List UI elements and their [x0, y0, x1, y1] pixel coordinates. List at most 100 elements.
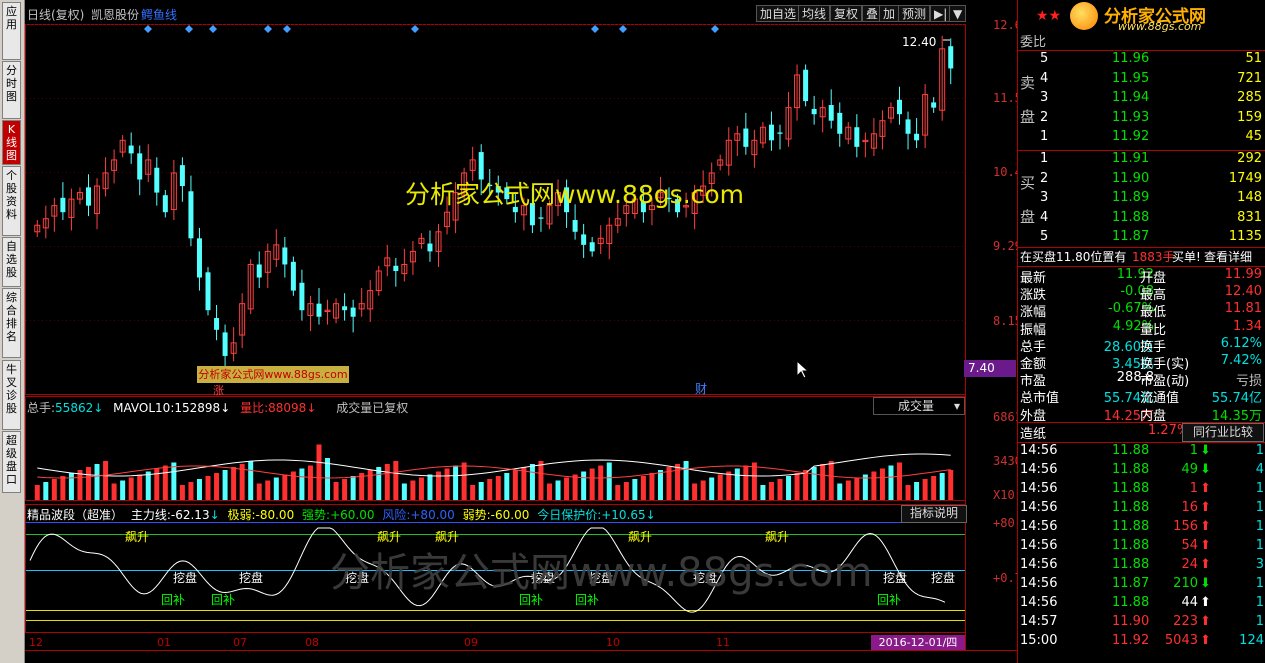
volume-bar	[837, 483, 843, 500]
tick-row[interactable]: 14:56 11.88 49 ⬇ 4	[1018, 462, 1265, 481]
tick-count: 124	[1239, 633, 1264, 648]
signal-label: 飙升	[125, 529, 149, 544]
volume-bar	[709, 477, 715, 500]
sector-name: 造纸	[1020, 427, 1047, 442]
tick-row[interactable]: 14:56 11.87 210 ⬇ 1	[1018, 576, 1265, 595]
signal-label: 挖盘	[173, 570, 197, 585]
candle-body	[196, 238, 202, 278]
tick-time: 14:56	[1020, 519, 1058, 534]
tick-row[interactable]: 14:56 11.88 54 ⬆ 1	[1018, 538, 1265, 557]
current-price-box: 7.40	[964, 360, 1016, 377]
sector-row: 造纸 1.27% 同行业比较	[1018, 423, 1265, 442]
sell-order-row[interactable]: 2 11.93 159	[1018, 110, 1265, 129]
volume-bar	[726, 471, 732, 500]
volume-bar	[914, 482, 920, 500]
buy-order-row[interactable]: 5 11.87 1135	[1018, 229, 1265, 248]
left-tab-1[interactable]: 分时图	[2, 61, 21, 119]
signal-diamond-icon	[144, 25, 152, 33]
volume-bar	[495, 476, 501, 500]
buy-order-row[interactable]: 4 11.88 831	[1018, 210, 1265, 229]
volume-bar	[922, 479, 928, 500]
volume-bar	[179, 485, 185, 500]
buy-order-row[interactable]: 3 11.89 148	[1018, 190, 1265, 209]
tick-time: 14:56	[1020, 481, 1058, 496]
up-arrow-icon: ⬆	[1200, 500, 1211, 515]
signal-label: 挖盘	[239, 570, 263, 585]
volume-bar	[546, 483, 552, 500]
volume-bar	[512, 470, 518, 500]
candle-body	[316, 303, 322, 317]
tick-price: 11.88	[1112, 462, 1150, 477]
sell-order-row[interactable]: 5 11.96 51	[1018, 51, 1265, 70]
tick-time: 14:56	[1020, 443, 1058, 458]
tick-time: 14:56	[1020, 557, 1058, 572]
tick-count: 1	[1255, 481, 1264, 496]
indicator-help-button[interactable]: 指标说明	[901, 505, 967, 523]
volume-bar	[43, 482, 49, 500]
left-tab-6[interactable]: 牛叉诊股	[2, 360, 21, 430]
left-tab-4[interactable]: 自选股	[2, 237, 21, 287]
volume-bar	[777, 479, 783, 500]
weak-label: 弱势:	[462, 508, 491, 522]
volume-dropdown[interactable]: 成交量 ▾	[873, 397, 965, 415]
volume-bar	[333, 482, 339, 500]
candle-body	[162, 195, 168, 213]
left-tab-7[interactable]: 超级盘口	[2, 431, 21, 493]
left-tab-0[interactable]: 应用	[2, 2, 21, 60]
volume-bar	[504, 473, 510, 500]
volume-bar	[939, 473, 945, 500]
candle-body	[811, 108, 817, 115]
tick-row[interactable]: 14:56 11.88 16 ⬆ 1	[1018, 500, 1265, 519]
volume-bar	[111, 483, 117, 500]
notice-detail-link[interactable]: 查看详细	[1204, 248, 1252, 265]
tick-row[interactable]: 14:56 11.88 44 ⬆ 1	[1018, 595, 1265, 614]
tick-row[interactable]: 15:00 11.92 5043 ⬆ 124	[1018, 633, 1265, 652]
tick-row[interactable]: 14:56 11.88 156 ⬆ 1	[1018, 519, 1265, 538]
volume-bar	[845, 480, 851, 500]
buy-order-row[interactable]: 2 11.90 1749	[1018, 171, 1265, 190]
volume-bar	[103, 461, 109, 500]
order-level: 4	[1040, 70, 1049, 86]
big-order-notice[interactable]: 在买盘11.80位置有 1883手 买单! 查看详细	[1018, 248, 1265, 267]
tick-count: 4	[1255, 462, 1264, 477]
down-arrow-icon: ⬇	[1200, 576, 1211, 591]
volume-bar	[786, 476, 792, 500]
tick-volume: 54	[1181, 538, 1198, 553]
tick-count: 1	[1255, 519, 1264, 534]
left-tab-3[interactable]: 个股资料	[2, 166, 21, 236]
tick-row[interactable]: 14:56 11.88 1 ⬆ 1	[1018, 481, 1265, 500]
volume-bar	[538, 461, 544, 500]
ratio-label: 量比:	[240, 401, 269, 415]
volume-bar	[145, 471, 151, 500]
star-icon: ★★	[1036, 8, 1062, 24]
event-label-cai[interactable]: 财	[695, 380, 707, 397]
sell-order-row[interactable]: 4 11.95 721	[1018, 71, 1265, 90]
sector-compare-button[interactable]: 同行业比较	[1182, 423, 1264, 442]
tick-row[interactable]: 14:56 11.88 24 ⬆ 3	[1018, 557, 1265, 576]
left-tab-5[interactable]: 综合排名	[2, 288, 21, 358]
order-level: 3	[1040, 190, 1049, 205]
event-label-zhang[interactable]: 涨	[213, 382, 224, 398]
tick-row[interactable]: 14:56 11.88 1 ⬇ 1	[1018, 443, 1265, 462]
sell-order-row[interactable]: 1 11.92 45	[1018, 129, 1265, 148]
tick-volume: 156	[1173, 519, 1198, 534]
left-tab-bar: 应用 分时图 K线图 个股资料 自选股 综合排名牛叉诊股 超级盘口	[0, 0, 25, 663]
signal-label: 回补	[161, 593, 185, 607]
stat-label: 涨幅	[1020, 305, 1047, 321]
order-volume: 51	[1245, 51, 1262, 66]
volume-bar	[68, 473, 74, 500]
stat-label: 最高	[1140, 288, 1167, 304]
sell-order-row[interactable]: 3 11.94 285	[1018, 90, 1265, 109]
volume-bar	[768, 482, 774, 500]
buy-order-row[interactable]: 1 11.91 292	[1018, 151, 1265, 170]
signal-label: 回补	[211, 593, 235, 607]
watermark-small: 分析家公式网www.88gs.com	[197, 366, 349, 383]
stat-value: 7.42%	[1220, 353, 1262, 368]
tick-price: 11.88	[1112, 595, 1150, 610]
left-tab-2[interactable]: K线图	[2, 120, 21, 165]
tick-time: 15:00	[1020, 633, 1058, 648]
total-value: 55862	[55, 401, 94, 415]
tick-row[interactable]: 14:57 11.90 223 ⬆ 1	[1018, 614, 1265, 633]
stat-label: 换手(实)	[1140, 357, 1190, 372]
watermark-main: 分析家公式网www.88gs.com	[405, 180, 745, 209]
